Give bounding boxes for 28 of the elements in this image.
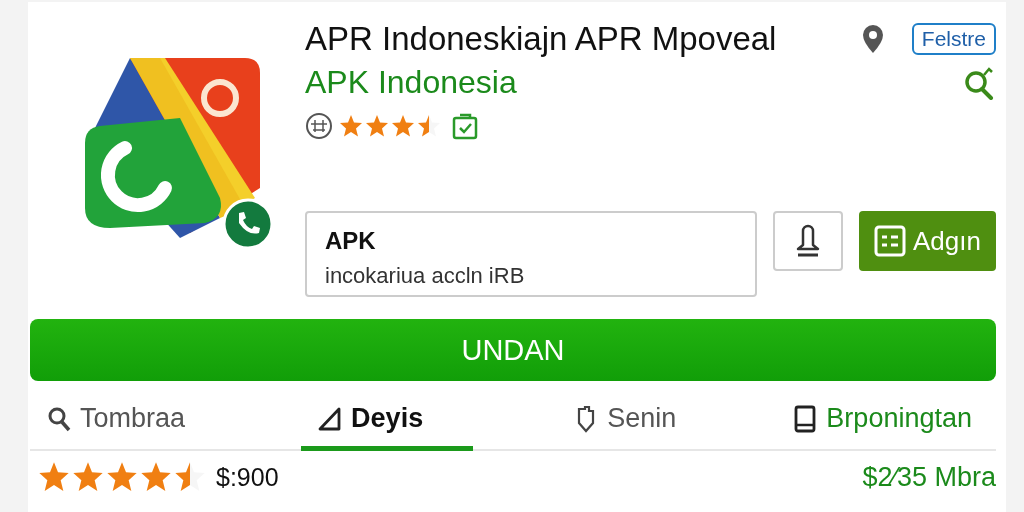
action-button[interactable]: Adgın (859, 211, 996, 271)
star-icon (140, 461, 172, 493)
field-label: APK (325, 227, 377, 255)
search-icon[interactable] (964, 65, 994, 100)
star-icon (174, 461, 206, 493)
tab[interactable]: Deyis (301, 393, 474, 451)
tab[interactable]: Tombraa (46, 393, 202, 451)
location-pin-icon (861, 24, 884, 54)
input-field[interactable]: incokariua accln iRB (325, 263, 737, 289)
developer-name[interactable]: APK Indonesia (305, 64, 517, 101)
list-icon (873, 224, 907, 258)
star-icon (106, 461, 138, 493)
star-icon (391, 114, 415, 138)
size-text: $2⁄35 Mbra (862, 461, 996, 493)
star-icon (72, 461, 104, 493)
star-icon (38, 461, 70, 493)
star-icon (417, 114, 441, 138)
tag-label: Felstre (911, 23, 996, 55)
phone-icon (222, 198, 274, 250)
verified-icon (451, 111, 479, 141)
star-icon (339, 114, 363, 138)
price-text: $:900 (216, 462, 279, 492)
tab[interactable]: Brponingtan (792, 393, 988, 451)
search-field[interactable]: APK incokariua accln iRB (305, 211, 757, 297)
app-title: APR Indoneskiajn APR Mpoveal (305, 20, 778, 58)
tab[interactable]: Senin (573, 393, 693, 451)
download-button[interactable] (773, 211, 843, 271)
star-icon (365, 114, 389, 138)
